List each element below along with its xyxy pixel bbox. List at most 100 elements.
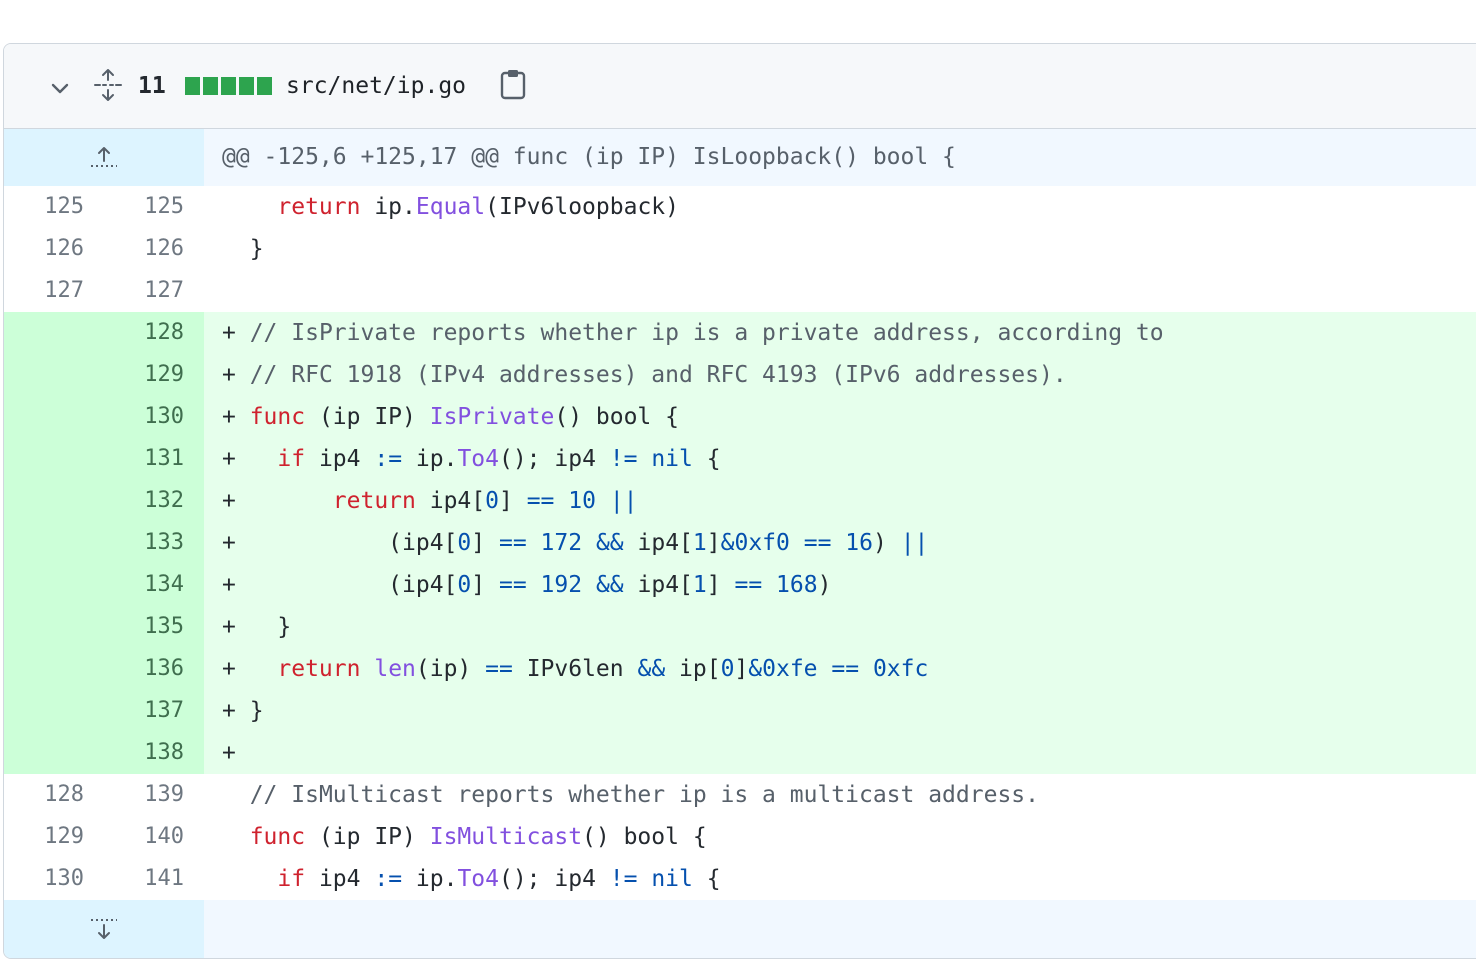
code-token: 10: [568, 488, 596, 514]
old-line-number[interactable]: [4, 564, 104, 606]
code-token: len: [374, 656, 416, 682]
code-content: + if ip4 := ip.To4(); ip4 != nil {: [204, 438, 1476, 480]
changes-count: 11: [138, 73, 166, 99]
new-line-number[interactable]: 133: [104, 522, 204, 564]
code-content: +: [204, 732, 1476, 774]
old-line-number[interactable]: [4, 732, 104, 774]
new-line-number[interactable]: 134: [104, 564, 204, 606]
code-token: return: [277, 194, 361, 220]
code-token: +: [222, 740, 236, 766]
diffstat: [185, 77, 272, 95]
code-token: To4: [457, 866, 499, 892]
old-line-number[interactable]: [4, 354, 104, 396]
diffstat-block: [239, 77, 254, 95]
new-line-number[interactable]: 129: [104, 354, 204, 396]
code-token: ==: [498, 530, 527, 556]
old-line-number[interactable]: [4, 648, 104, 690]
old-line-number[interactable]: [4, 312, 104, 354]
old-line-number[interactable]: [4, 396, 104, 438]
expand-up-button[interactable]: [4, 129, 204, 186]
new-line-number[interactable]: 140: [104, 816, 204, 858]
code-token: return: [277, 656, 361, 682]
code-content: + (ip4[0] == 192 && ip4[1] == 168): [204, 564, 1476, 606]
unfold-icon[interactable]: [92, 68, 124, 102]
code-content: [204, 270, 1476, 312]
code-content: return ip.Equal(IPv6loopback): [204, 186, 1476, 228]
new-line-number[interactable]: 125: [104, 186, 204, 228]
code-token: + }: [222, 614, 292, 640]
old-line-number[interactable]: 125: [4, 186, 104, 228]
copy-icon[interactable]: [498, 68, 528, 100]
code-token: 0: [485, 488, 499, 514]
fold-down-icon: [91, 919, 117, 939]
old-line-number[interactable]: 130: [4, 858, 104, 900]
code-token: ==: [485, 656, 513, 682]
new-line-number[interactable]: 135: [104, 606, 204, 648]
code-token: ||: [900, 530, 929, 556]
new-line-number[interactable]: 127: [104, 270, 204, 312]
code-token: func: [249, 404, 306, 430]
code-token: // RFC 1918 (IPv4 addresses) and RFC 419…: [249, 362, 1067, 388]
context-line: 130 141 if ip4 := ip.To4(); ip4 != nil {: [4, 858, 1476, 900]
code-token: 172: [540, 530, 583, 556]
new-line-number[interactable]: 137: [104, 690, 204, 732]
code-token: !=: [609, 866, 638, 892]
file-path[interactable]: src/net/ip.go: [286, 70, 466, 102]
code-token: ]: [734, 656, 749, 682]
code-token: ): [817, 572, 832, 598]
old-line-number[interactable]: [4, 690, 104, 732]
code-content: + // IsPrivate reports whether ip is a p…: [204, 312, 1476, 354]
code-token: if: [277, 866, 306, 892]
code-token: ip4: [305, 866, 375, 892]
new-line-number[interactable]: 132: [104, 480, 204, 522]
new-line-number[interactable]: 131: [104, 438, 204, 480]
chevron-down-icon[interactable]: [48, 76, 72, 100]
hunk-header-row: @@ -125,6 +125,17 @@ func (ip IP) IsLoop…: [4, 129, 1476, 186]
code-token: ==: [734, 572, 763, 598]
old-line-number[interactable]: 129: [4, 816, 104, 858]
new-line-number[interactable]: 130: [104, 396, 204, 438]
context-line: 128 139 // IsMulticast reports whether ip…: [4, 774, 1476, 816]
expand-down-button[interactable]: [4, 900, 204, 958]
code-token: :=: [374, 866, 403, 892]
new-line-number[interactable]: 128: [104, 312, 204, 354]
code-token: func: [249, 824, 306, 850]
code-token: &0xfe: [748, 656, 818, 682]
old-line-number[interactable]: [4, 606, 104, 648]
code-token: ==: [831, 656, 860, 682]
new-line-number[interactable]: 141: [104, 858, 204, 900]
code-content: + return ip4[0] == 10 ||: [204, 480, 1476, 522]
code-token: !=: [609, 446, 638, 472]
code-token: +: [222, 656, 278, 682]
diffstat-block: [185, 77, 200, 95]
new-line-number[interactable]: 139: [104, 774, 204, 816]
old-line-number[interactable]: 126: [4, 228, 104, 270]
code-token: :=: [374, 446, 403, 472]
code-token: IsMulticast: [429, 824, 583, 850]
code-token: ip[: [665, 656, 721, 682]
code-token: (ip IP): [305, 824, 430, 850]
code-token: ==: [526, 488, 555, 514]
new-line-number[interactable]: 138: [104, 732, 204, 774]
old-line-number[interactable]: [4, 480, 104, 522]
added-line: 133 + (ip4[0] == 172 && ip4[1]&0xf0 == 16…: [4, 522, 1476, 564]
code-token: ]: [498, 488, 527, 514]
new-line-number[interactable]: 136: [104, 648, 204, 690]
context-line: 127 127: [4, 270, 1476, 312]
code-token: 0: [457, 530, 472, 556]
old-line-number[interactable]: [4, 522, 104, 564]
old-line-number[interactable]: [4, 438, 104, 480]
old-line-number[interactable]: 127: [4, 270, 104, 312]
new-line-number[interactable]: 126: [104, 228, 204, 270]
code-token: (); ip4: [498, 866, 610, 892]
code-token: {: [692, 446, 721, 472]
old-line-number[interactable]: 128: [4, 774, 104, 816]
code-token: 0: [457, 572, 472, 598]
code-token: (IPv6loopback): [485, 194, 679, 220]
code-token: ip4[: [623, 530, 693, 556]
